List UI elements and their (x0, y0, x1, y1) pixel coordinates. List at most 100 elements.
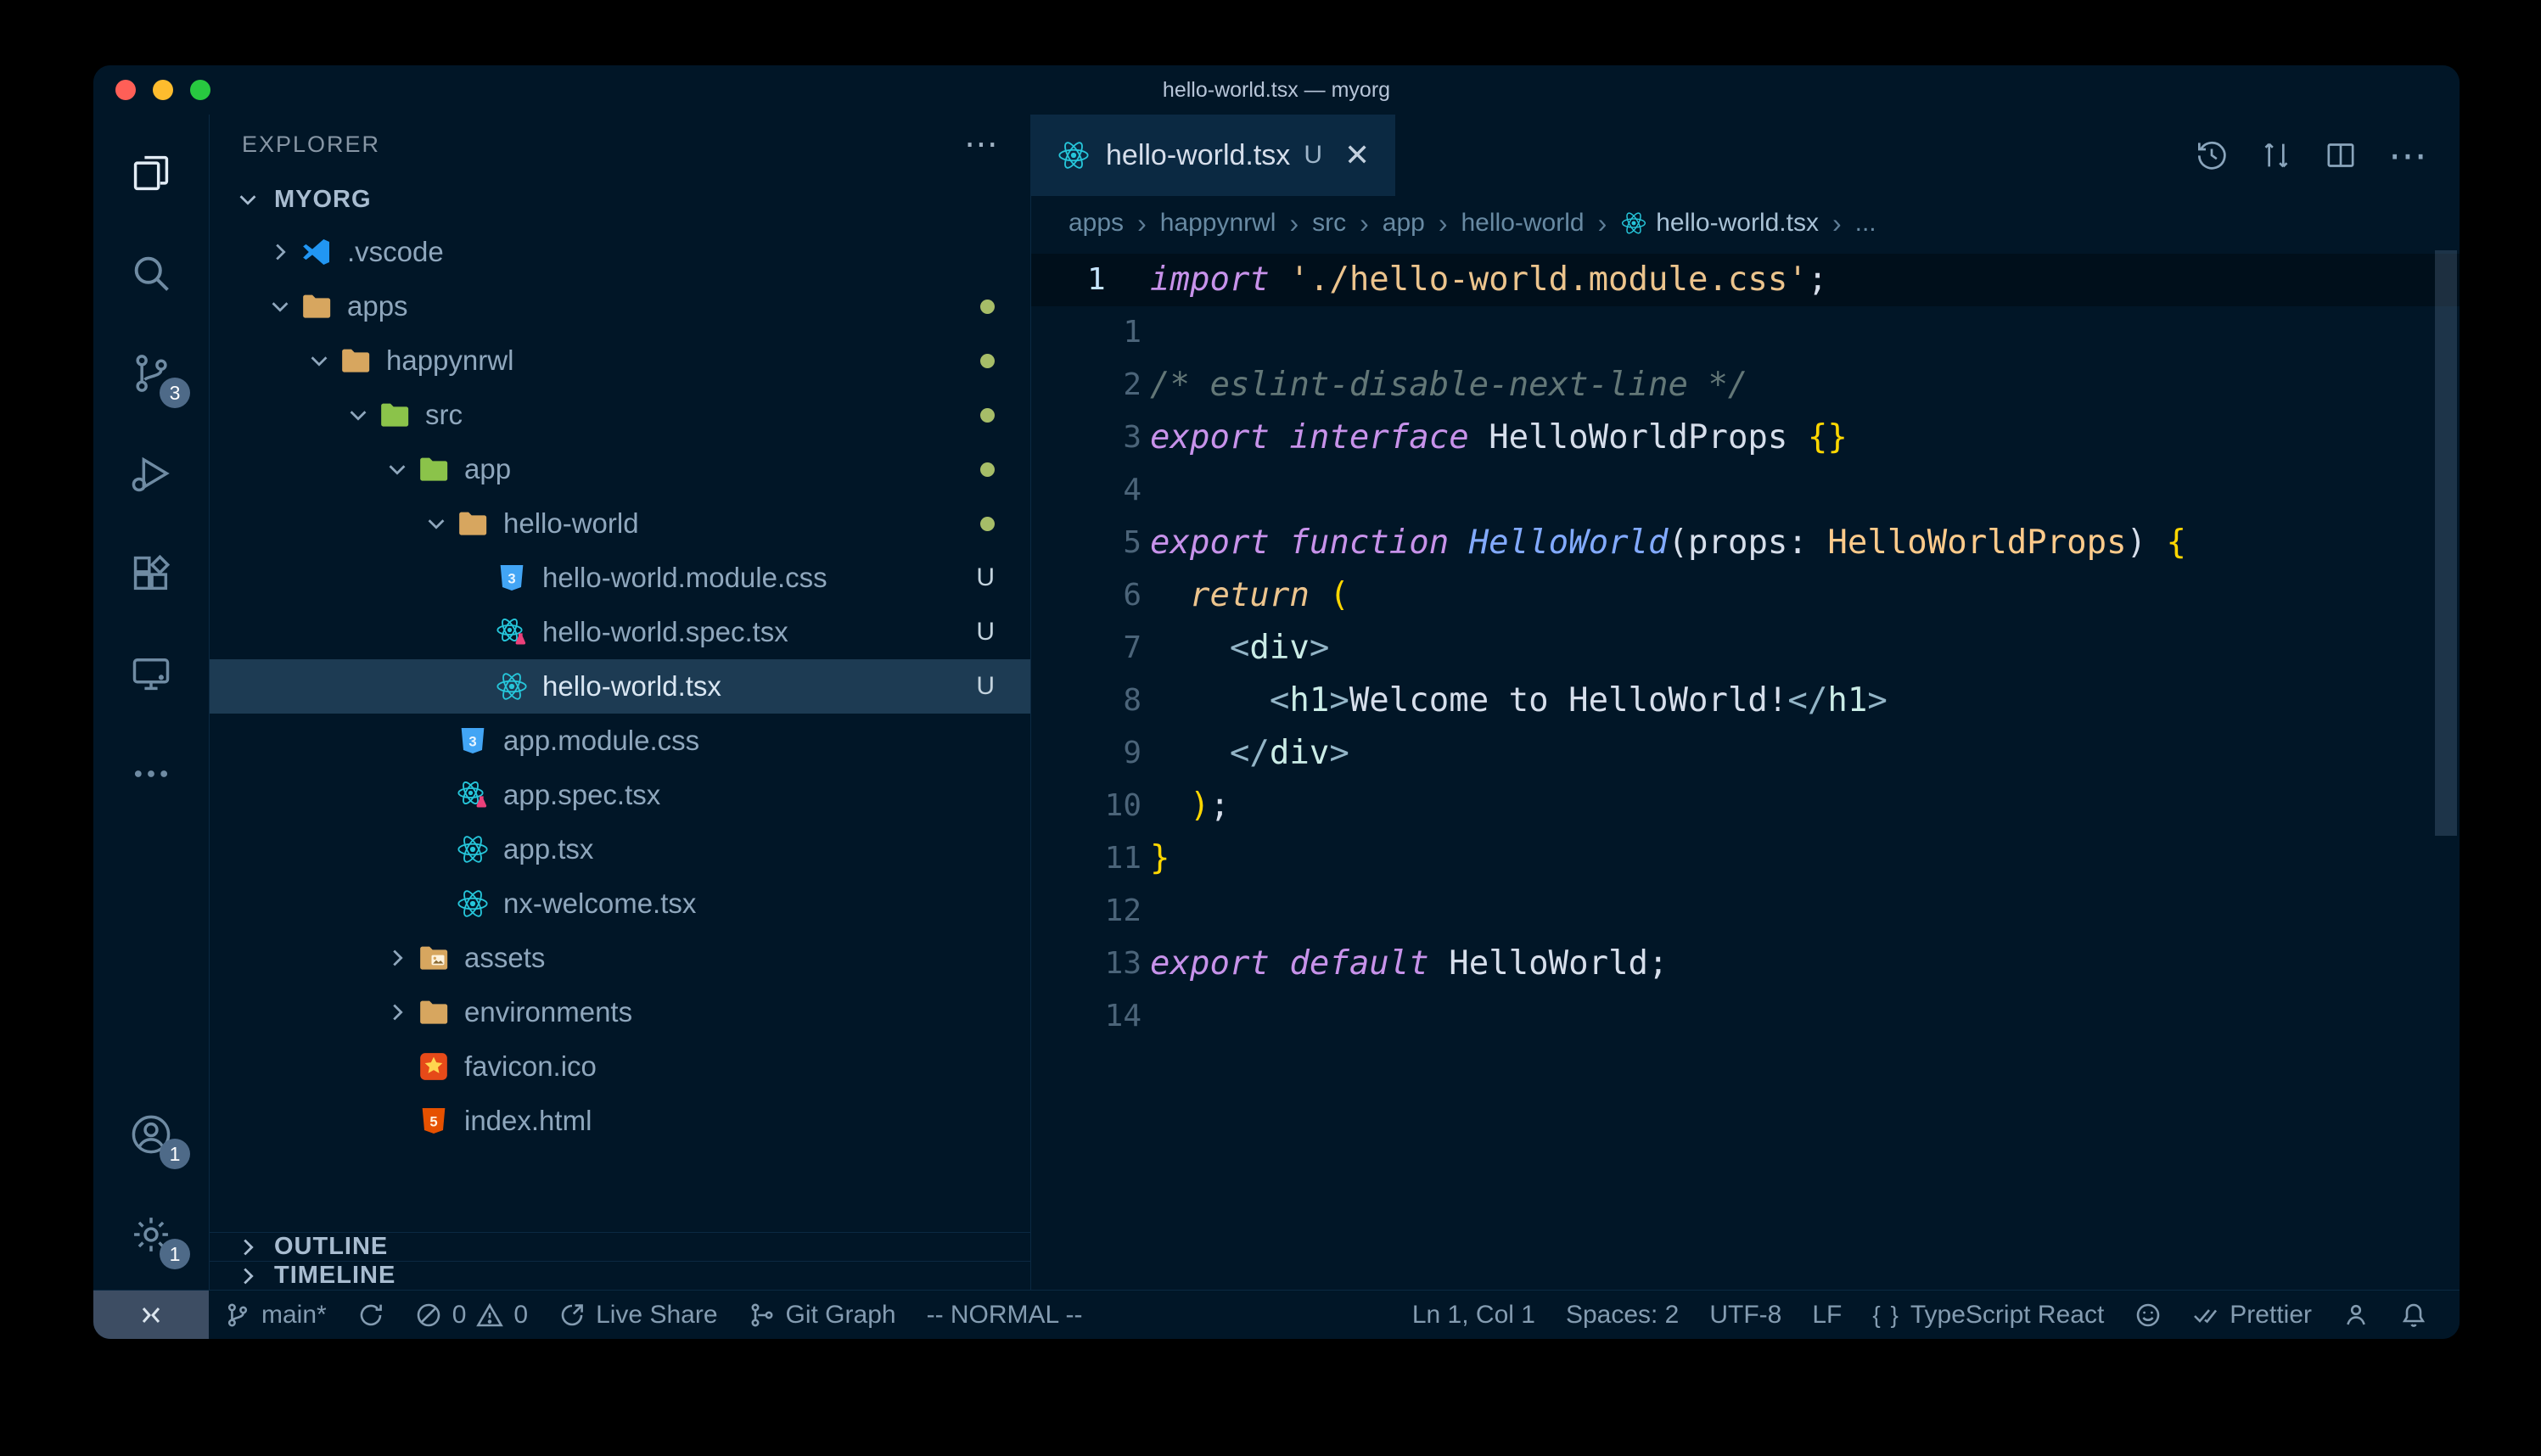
indentation-label: Spaces: 2 (1566, 1301, 1679, 1330)
code-line-4[interactable]: 3export interface HelloWorldProps {} (1031, 412, 2460, 464)
panel-timeline[interactable]: TIMELINE (210, 1261, 1030, 1290)
section-myorg[interactable]: MYORG (210, 174, 1030, 225)
tree-item-apps[interactable]: apps (210, 279, 1030, 333)
doublecheck-icon (2192, 1302, 2219, 1329)
tree-item-nx-welcome.tsx[interactable]: nx-welcome.tsx (210, 876, 1030, 931)
breadcrumb-apps[interactable]: apps (1069, 209, 1124, 238)
breadcrumb-app[interactable]: app (1383, 209, 1425, 238)
token: : (1787, 524, 1827, 562)
compare-changes-icon[interactable] (2259, 138, 2293, 172)
feedback-smiley-status-item[interactable] (2119, 1291, 2177, 1339)
tree-item-index.html[interactable]: 5index.html (210, 1094, 1030, 1148)
tree-item-app.spec.tsx[interactable]: app.spec.tsx (210, 768, 1030, 822)
code-line-11[interactable]: 10 ); (1031, 780, 2460, 832)
zoom-window-button[interactable] (190, 80, 210, 100)
remote-indicator-status-item[interactable] (93, 1291, 209, 1339)
tree-item-label: happynrwl (386, 344, 513, 377)
code-editor[interactable]: 1import './hello-world.module.css';12/* … (1031, 250, 2460, 1290)
code-line-10[interactable]: 9 </div> (1031, 727, 2460, 780)
activity-remote-explorer-button[interactable] (93, 624, 209, 724)
sync-changes-status-item[interactable] (342, 1291, 400, 1339)
close-window-button[interactable] (115, 80, 136, 100)
tab-hello-world-tsx[interactable]: hello-world.tsx U ✕ (1031, 115, 1395, 196)
status-bar-right: Ln 1, Col 1 Spaces: 2 UTF-8LF{ }TypeScript… (1397, 1291, 2460, 1339)
eol-status-item[interactable]: LF (1797, 1291, 1857, 1339)
errors-status-item[interactable]: 0 (400, 1291, 472, 1339)
indentation-status-item[interactable]: Spaces: 2 (1551, 1291, 1694, 1339)
tree-item-environments[interactable]: environments (210, 985, 1030, 1039)
code-line-13[interactable]: 12 (1031, 885, 2460, 938)
encoding-status-item[interactable]: UTF-8 (1694, 1291, 1797, 1339)
live-share-status-item[interactable]: Live Share (543, 1291, 732, 1339)
breadcrumb-...[interactable]: ... (1855, 209, 1876, 238)
screen: hello-world.tsx — myorg 3 1 1 EXPLORER (0, 0, 2541, 1456)
activity-accounts-button[interactable]: 1 (93, 1084, 209, 1184)
code-text: <h1>Welcome to HelloWorld!</h1> (1150, 675, 1888, 727)
status-bar-left: main*00Live ShareGit Graph-- NORMAL -- (93, 1291, 1097, 1339)
tree-item-app.tsx[interactable]: app.tsx (210, 822, 1030, 876)
tree-item-favicon.ico[interactable]: favicon.ico (210, 1039, 1030, 1094)
explorer-actions-button[interactable]: ⋯ (964, 136, 998, 153)
code-line-7[interactable]: 6 return ( (1031, 569, 2460, 622)
activity-source-control-button[interactable]: 3 (93, 323, 209, 423)
tree-item-hello-world.tsx[interactable]: hello-world.tsxU (210, 659, 1030, 714)
tree-item-hello-world[interactable]: hello-world (210, 496, 1030, 551)
breadcrumb-hello-world.tsx[interactable]: hello-world.tsx (1620, 209, 1819, 238)
tree-item-app[interactable]: app (210, 442, 1030, 496)
close-tab-icon[interactable]: ✕ (1344, 137, 1370, 173)
code-line-12[interactable]: 11} (1031, 832, 2460, 885)
token: ; (1808, 260, 1827, 299)
code-text: } (1150, 832, 1170, 885)
svg-text:5: 5 (429, 1113, 437, 1129)
tree-item-happynrwl[interactable]: happynrwl (210, 333, 1030, 388)
vim-mode-status-item[interactable]: -- NORMAL -- (912, 1291, 1098, 1339)
code-line-3[interactable]: 2/* eslint-disable-next-line */ (1031, 359, 2460, 412)
tree-item-hello-world.module.css[interactable]: 3hello-world.module.cssU (210, 551, 1030, 605)
git-branch-status-item[interactable]: main* (209, 1291, 342, 1339)
tree-item-app.module.css[interactable]: 3app.module.css (210, 714, 1030, 768)
panel-outline[interactable]: OUTLINE (210, 1232, 1030, 1261)
cursor-position-status-item[interactable]: Ln 1, Col 1 (1397, 1291, 1551, 1339)
activity-run-debug-button[interactable] (93, 423, 209, 524)
minimize-window-button[interactable] (153, 80, 173, 100)
tree-item-hello-world.spec.tsx[interactable]: hello-world.spec.tsxU (210, 605, 1030, 659)
language-mode-status-item[interactable]: { }TypeScript React (1857, 1291, 2119, 1339)
code-line-2[interactable]: 1 (1031, 306, 2460, 359)
code-line-5[interactable]: 4 (1031, 464, 2460, 517)
more-actions-icon[interactable]: ⋯ (2388, 147, 2427, 164)
activity-settings-button[interactable]: 1 (93, 1184, 209, 1285)
activity-extensions-button[interactable] (93, 524, 209, 624)
activity-search-button[interactable] (93, 223, 209, 323)
tree-item-.vscode[interactable]: .vscode (210, 225, 1030, 279)
code-line-9[interactable]: 8 <h1>Welcome to HelloWorld!</h1> (1031, 675, 2460, 727)
split-editor-icon[interactable] (2324, 138, 2358, 172)
code-line-14[interactable]: 13export default HelloWorld; (1031, 938, 2460, 990)
prettier-status-item[interactable]: Prettier (2177, 1291, 2327, 1339)
activity-more-button[interactable] (93, 724, 209, 824)
git-graph-status-item[interactable]: Git Graph (733, 1291, 912, 1339)
tree-item-assets[interactable]: assets (210, 931, 1030, 985)
notifications-bell-status-item[interactable] (2385, 1291, 2443, 1339)
folderAssets-icon (417, 941, 451, 975)
activity-bar: 3 1 1 (93, 115, 210, 1290)
warnings-status-item[interactable]: 0 (471, 1291, 543, 1339)
code-line-1[interactable]: 1import './hello-world.module.css'; (1031, 254, 2460, 306)
accounts-person-status-item[interactable] (2327, 1291, 2385, 1339)
tree-item-src[interactable]: src (210, 388, 1030, 442)
code-line-15[interactable]: 14 (1031, 990, 2460, 1043)
chevron-right-icon (261, 239, 300, 265)
tree-item-label: apps (347, 290, 408, 322)
breadcrumb-src[interactable]: src (1312, 209, 1346, 238)
tab-label: hello-world.tsx (1106, 139, 1290, 172)
breadcrumb-label: apps (1069, 209, 1124, 238)
svg-text:3: 3 (468, 733, 476, 749)
scrollbar-thumb[interactable] (2435, 250, 2457, 836)
tree-item-label: src (425, 399, 463, 431)
code-line-6[interactable]: 5export function HelloWorld(props: Hello… (1031, 517, 2460, 569)
chevron-down-icon (228, 187, 267, 212)
timeline-history-icon[interactable] (2195, 138, 2229, 172)
breadcrumb-happynrwl[interactable]: happynrwl (1160, 209, 1276, 238)
activity-explorer-button[interactable] (93, 123, 209, 223)
code-line-8[interactable]: 7 <div> (1031, 622, 2460, 675)
breadcrumb-hello-world[interactable]: hello-world (1461, 209, 1585, 238)
